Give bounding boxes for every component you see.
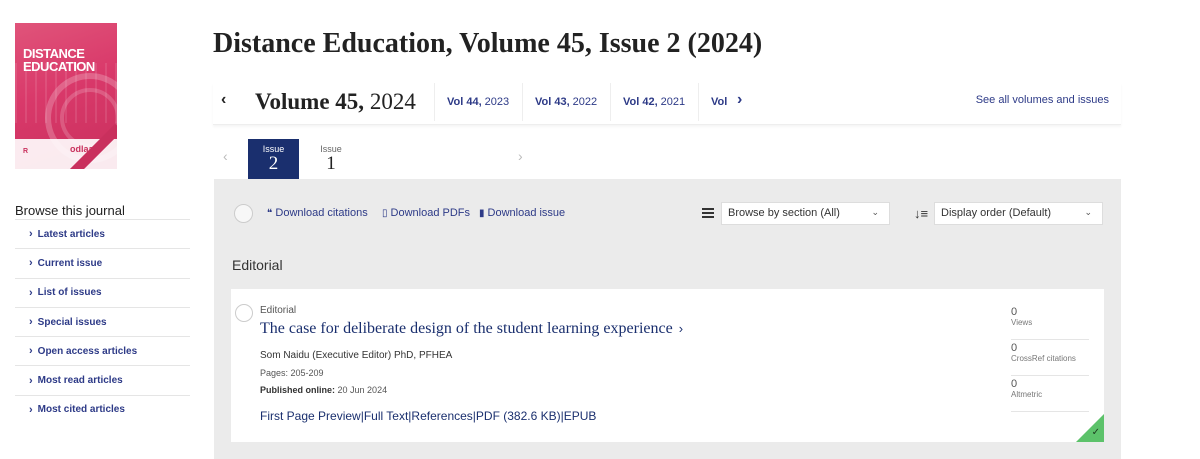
list-icon	[702, 208, 714, 218]
chevron-right-icon: ›	[29, 228, 33, 241]
sort-order-icon: ↓≡	[914, 206, 929, 221]
volume-link-42[interactable]: Vol 42, 2021	[610, 83, 698, 121]
article-type: Editorial	[260, 305, 297, 316]
full-text-link[interactable]: Full Text	[364, 409, 408, 423]
volume-link-41[interactable]: Vol	[698, 83, 728, 121]
download-pdfs-button[interactable]: ▯ Download PDFs	[382, 207, 470, 219]
article-title-link[interactable]: The case for deliberate design of the st…	[260, 320, 683, 338]
book-icon: ▮	[479, 208, 485, 219]
section-heading: Editorial	[232, 257, 283, 273]
tab-issue-2[interactable]: Issue 2	[248, 139, 299, 187]
current-volume: Volume 45, 2024	[255, 89, 416, 114]
chevron-right-icon: ›	[29, 257, 33, 270]
sidebar-item-list-of-issues[interactable]: › List of issues	[15, 277, 190, 307]
browse-journal-title: Browse this journal	[15, 203, 125, 218]
chevron-right-icon: ›	[29, 345, 33, 358]
pdf-link[interactable]: PDF (382.6 KB)	[476, 409, 561, 423]
metric-crossref-citations: 0 CrossRef citations	[1011, 340, 1089, 376]
chevron-right-icon: ›	[29, 374, 33, 387]
download-issue-button[interactable]: ▮ Download issue	[479, 207, 565, 219]
download-citations-button[interactable]: ❝ Download citations	[267, 207, 368, 219]
volume-link-44[interactable]: Vol 44, 2023	[434, 83, 522, 121]
article-published-date: Published online: 20 Jun 2024	[260, 385, 388, 395]
see-all-volumes-link[interactable]: See all volumes and issues	[976, 94, 1109, 106]
volume-next-chevron-icon[interactable]: ›	[737, 91, 742, 109]
chevron-right-icon: ›	[29, 403, 33, 416]
volume-link-43[interactable]: Vol 43, 2022	[522, 83, 610, 121]
article-authors[interactable]: Som Naidu (Executive Editor) PhD, PFHEA	[260, 350, 452, 361]
sidebar-item-current-issue[interactable]: › Current issue	[15, 248, 190, 277]
cover-title: DISTANCE EDUCATION	[23, 46, 95, 74]
article-card: Editorial The case for deliberate design…	[231, 289, 1104, 442]
sidebar-item-open-access-articles[interactable]: › Open access articles	[15, 336, 190, 365]
select-all-checkbox[interactable]	[234, 204, 253, 223]
journal-cover-image[interactable]: DISTANCE EDUCATION R odlaa	[15, 23, 117, 169]
chevron-down-icon: ⌄	[871, 207, 879, 217]
chevron-right-icon: ›	[29, 316, 33, 329]
display-order-select[interactable]: Display order (Default) ⌄	[934, 202, 1103, 225]
browse-by-section-select[interactable]: Browse by section (All) ⌄	[721, 202, 890, 225]
sidebar-item-most-read-articles[interactable]: › Most read articles	[15, 365, 190, 394]
chevron-right-icon: ›	[29, 286, 33, 299]
volume-prev-chevron-icon[interactable]: ‹	[221, 91, 226, 109]
article-links: First Page Preview|Full Text|References|…	[260, 409, 597, 423]
sidebar-item-most-cited-articles[interactable]: › Most cited articles	[15, 394, 190, 424]
article-select-checkbox[interactable]	[235, 304, 253, 322]
cover-publisher-logo: R	[23, 148, 29, 155]
browse-journal-list: › Latest articles › Current issue › List of…	[15, 219, 190, 424]
issue-prev-chevron-icon[interactable]: ‹	[223, 148, 228, 164]
chevron-down-icon: ⌄	[1084, 207, 1092, 217]
pdf-file-icon: ▯	[382, 208, 388, 219]
issue-next-chevron-icon[interactable]: ›	[518, 148, 523, 164]
issue-content-panel: ❝ Download citations ▯ Download PDFs ▮ Down…	[214, 179, 1121, 459]
article-metrics: 0 Views 0 CrossRef citations 0 Altmetric	[1011, 304, 1089, 412]
check-icon: ✓	[1091, 427, 1100, 438]
quote-icon: ❝	[267, 208, 273, 219]
article-pages: Pages: 205-209	[260, 368, 324, 378]
tab-issue-1[interactable]: Issue 1	[309, 144, 353, 174]
metric-views: 0 Views	[1011, 304, 1089, 340]
chevron-right-icon: ›	[678, 321, 684, 336]
sidebar-item-latest-articles[interactable]: › Latest articles	[15, 219, 190, 248]
sidebar-item-special-issues[interactable]: › Special issues	[15, 306, 190, 336]
references-link[interactable]: References	[411, 409, 472, 423]
first-page-preview-link[interactable]: First Page Preview	[260, 409, 361, 423]
metric-altmetric: 0 Altmetric	[1011, 376, 1089, 412]
epub-link[interactable]: EPUB	[564, 409, 597, 423]
volume-navigation: ‹ Volume 45, 2024 Vol 44, 2023 Vol 43, 202…	[213, 83, 1121, 125]
page-title: Distance Education, Volume 45, Issue 2 (…	[213, 28, 763, 59]
